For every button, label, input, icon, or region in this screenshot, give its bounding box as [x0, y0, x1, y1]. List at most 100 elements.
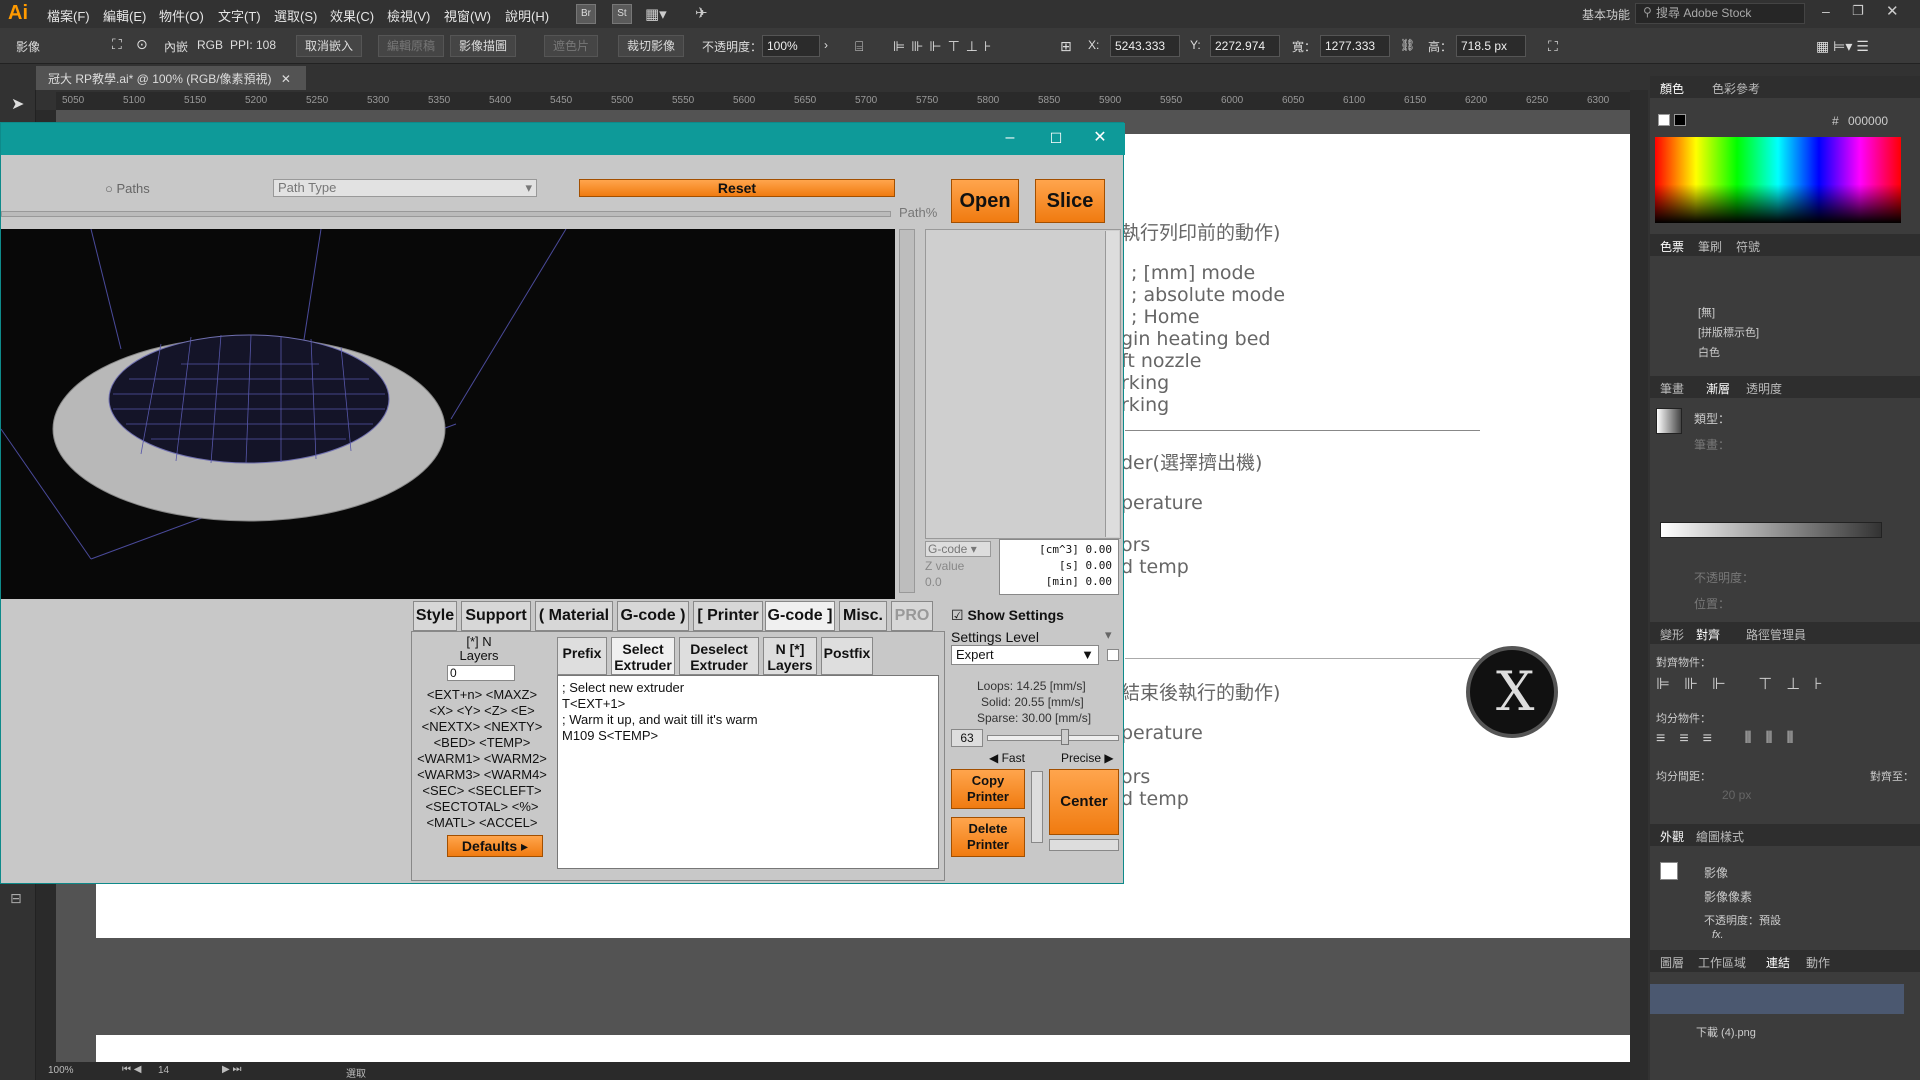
gpu-performance-icon[interactable]: ✈: [695, 4, 708, 22]
unembed-button[interactable]: 取消嵌入: [296, 35, 363, 57]
tab-stroke[interactable]: 筆畫: [1660, 380, 1684, 397]
expert-checkbox[interactable]: [1107, 649, 1119, 661]
swatch-registration[interactable]: [拼版標示色]: [1698, 324, 1759, 340]
close-icon[interactable]: ✕: [1886, 2, 1899, 20]
appearance-item-image[interactable]: 影像: [1704, 864, 1728, 881]
appearance-item-pixels[interactable]: 影像像素: [1704, 888, 1752, 905]
tab-symbols[interactable]: 符號: [1736, 238, 1760, 255]
width-field[interactable]: 1277.333: [1320, 35, 1390, 57]
copy-printer-button[interactable]: Copy Printer: [951, 769, 1025, 809]
artboard-next[interactable]: [96, 1035, 1630, 1065]
open-button[interactable]: Open: [951, 179, 1019, 223]
layer-list[interactable]: [925, 229, 1121, 539]
stock-search-input[interactable]: 搜尋 Adobe Stock: [1635, 3, 1805, 24]
gradient-slider[interactable]: [1660, 522, 1882, 538]
window-titlebar[interactable]: – ☐ ✕: [1, 123, 1125, 155]
menu-effect[interactable]: 效果(C): [330, 6, 374, 25]
color-spectrum[interactable]: [1655, 137, 1901, 223]
tab-artboards[interactable]: 工作區域: [1698, 954, 1746, 971]
link-info-icon[interactable]: ⊙: [136, 36, 148, 53]
reset-button[interactable]: Reset: [579, 179, 895, 197]
delete-printer-button[interactable]: Delete Printer: [951, 817, 1025, 857]
tab-layers[interactable]: 圖層: [1660, 954, 1684, 971]
artboard-number[interactable]: 14: [158, 1065, 169, 1076]
tab-pro[interactable]: PRO: [891, 601, 933, 631]
constrain-link-icon[interactable]: ⛓: [1400, 38, 1415, 52]
menu-object[interactable]: 物件(O): [159, 6, 204, 25]
tab-support[interactable]: Support: [461, 601, 531, 631]
gradient-thumbnail[interactable]: [1656, 408, 1682, 434]
layer-list-scrollbar[interactable]: [1105, 231, 1119, 537]
panel-scrollbar[interactable]: [1630, 90, 1648, 1080]
tab-printer[interactable]: [ Printer: [693, 601, 763, 631]
selection-tool-icon[interactable]: ➤: [11, 94, 24, 114]
menu-help[interactable]: 說明(H): [505, 6, 549, 25]
menu-edit[interactable]: 編輯(E): [103, 6, 146, 25]
hex-field[interactable]: 000000: [1848, 114, 1888, 128]
collapse-icon[interactable]: ▾: [1105, 627, 1112, 643]
appearance-item-opacity[interactable]: 不透明度：預設: [1704, 912, 1781, 928]
fill-swatch[interactable]: [1658, 114, 1670, 126]
image-trace-button[interactable]: 影像描圖: [450, 35, 517, 57]
subtab-select-extruder[interactable]: Select Extruder: [611, 637, 675, 675]
tab-gcode-printer[interactable]: G-code ]: [765, 601, 835, 631]
menu-type[interactable]: 文字(T): [218, 6, 261, 25]
path-slider[interactable]: [1, 211, 891, 217]
tab-color[interactable]: 顏色: [1660, 80, 1684, 97]
slice-button[interactable]: Slice: [1035, 179, 1105, 223]
align-objects-buttons-icon[interactable]: ⊫⊪⊩ ⊤⊥⊦: [1656, 674, 1836, 694]
stock-button[interactable]: St: [612, 4, 632, 24]
tab-brushes[interactable]: 筆刷: [1698, 238, 1722, 255]
tab-gcode-material[interactable]: G-code ): [617, 601, 689, 631]
chevron-right-icon[interactable]: ›: [824, 38, 828, 52]
document-tab[interactable]: 冠大 RP教學.ai* @ 100% (RGB/像素預視) ✕: [36, 66, 306, 90]
artboard-nav-next-icon[interactable]: ▶ ⏭: [222, 1064, 241, 1075]
tab-swatches[interactable]: 色票: [1660, 238, 1684, 255]
gcode-editor[interactable]: ; Select new extruder T<EXT+1> ; Warm it…: [557, 675, 939, 869]
layers-input[interactable]: 0: [447, 665, 515, 681]
tab-actions[interactable]: 動作: [1806, 954, 1830, 971]
edit-original-button[interactable]: 編輯原稿: [378, 35, 445, 57]
recolor-icon[interactable]: ⌸: [855, 38, 863, 55]
workspace-switcher[interactable]: 基本功能: [1582, 6, 1630, 23]
subtab-deselect-extruder[interactable]: Deselect Extruder: [679, 637, 759, 675]
layer-slider[interactable]: [899, 229, 915, 593]
minimize-icon[interactable]: –: [1822, 3, 1830, 19]
close-tab-icon[interactable]: ✕: [281, 72, 291, 86]
center-button[interactable]: Center: [1049, 769, 1119, 835]
link-item[interactable]: 下載 (4).png: [1696, 1024, 1756, 1040]
swatch-none[interactable]: [無]: [1698, 304, 1715, 320]
tab-transform[interactable]: 變形: [1660, 626, 1684, 643]
output-type-select[interactable]: G-code ▾: [925, 541, 991, 557]
quality-slider-thumb[interactable]: [1061, 729, 1069, 745]
fx-icon[interactable]: fx.: [1712, 929, 1724, 941]
minimize-icon[interactable]: –: [995, 127, 1025, 149]
subtab-postfix[interactable]: Postfix: [821, 637, 873, 675]
tab-style[interactable]: Style: [413, 601, 457, 631]
subtab-n-layers[interactable]: N [*] Layers: [763, 637, 817, 675]
printer-list-scroll[interactable]: [1031, 771, 1043, 843]
restore-icon[interactable]: ❐: [1852, 3, 1864, 19]
menu-view[interactable]: 檢視(V): [387, 6, 430, 25]
tab-appearance[interactable]: 外觀: [1660, 828, 1684, 845]
transform-panel-icon[interactable]: ⛶: [1548, 38, 1558, 55]
crop-image-button[interactable]: 裁切影像: [618, 35, 685, 57]
menu-file[interactable]: 檔案(F): [47, 6, 90, 25]
paths-radio[interactable]: ○ Paths: [105, 181, 150, 196]
tab-graphic-styles[interactable]: 繪圖樣式: [1696, 828, 1744, 845]
mask-button[interactable]: 遮色片: [544, 35, 599, 57]
menu-select[interactable]: 選取(S): [274, 6, 317, 25]
tab-links[interactable]: 連結: [1766, 954, 1790, 971]
defaults-button[interactable]: Defaults ▸: [447, 835, 543, 857]
tab-gradient[interactable]: 漸層: [1706, 380, 1730, 397]
artboard-nav-icon[interactable]: ⏮ ◀: [122, 1064, 141, 1075]
zoom-level[interactable]: 100%: [48, 1065, 74, 1076]
show-settings-checkbox[interactable]: ☑ Show Settings: [951, 607, 1064, 624]
x-field[interactable]: 5243.333: [1110, 35, 1180, 57]
settings-level-select[interactable]: Expert ▼: [951, 645, 1099, 665]
tab-misc[interactable]: Misc.: [839, 601, 887, 631]
center-slider[interactable]: [1049, 839, 1119, 851]
quality-value[interactable]: 63: [951, 729, 983, 747]
tab-align[interactable]: 對齊: [1696, 626, 1720, 643]
align-buttons-icon[interactable]: ⊫⊪⊩⊤⊥⊦: [893, 38, 997, 55]
